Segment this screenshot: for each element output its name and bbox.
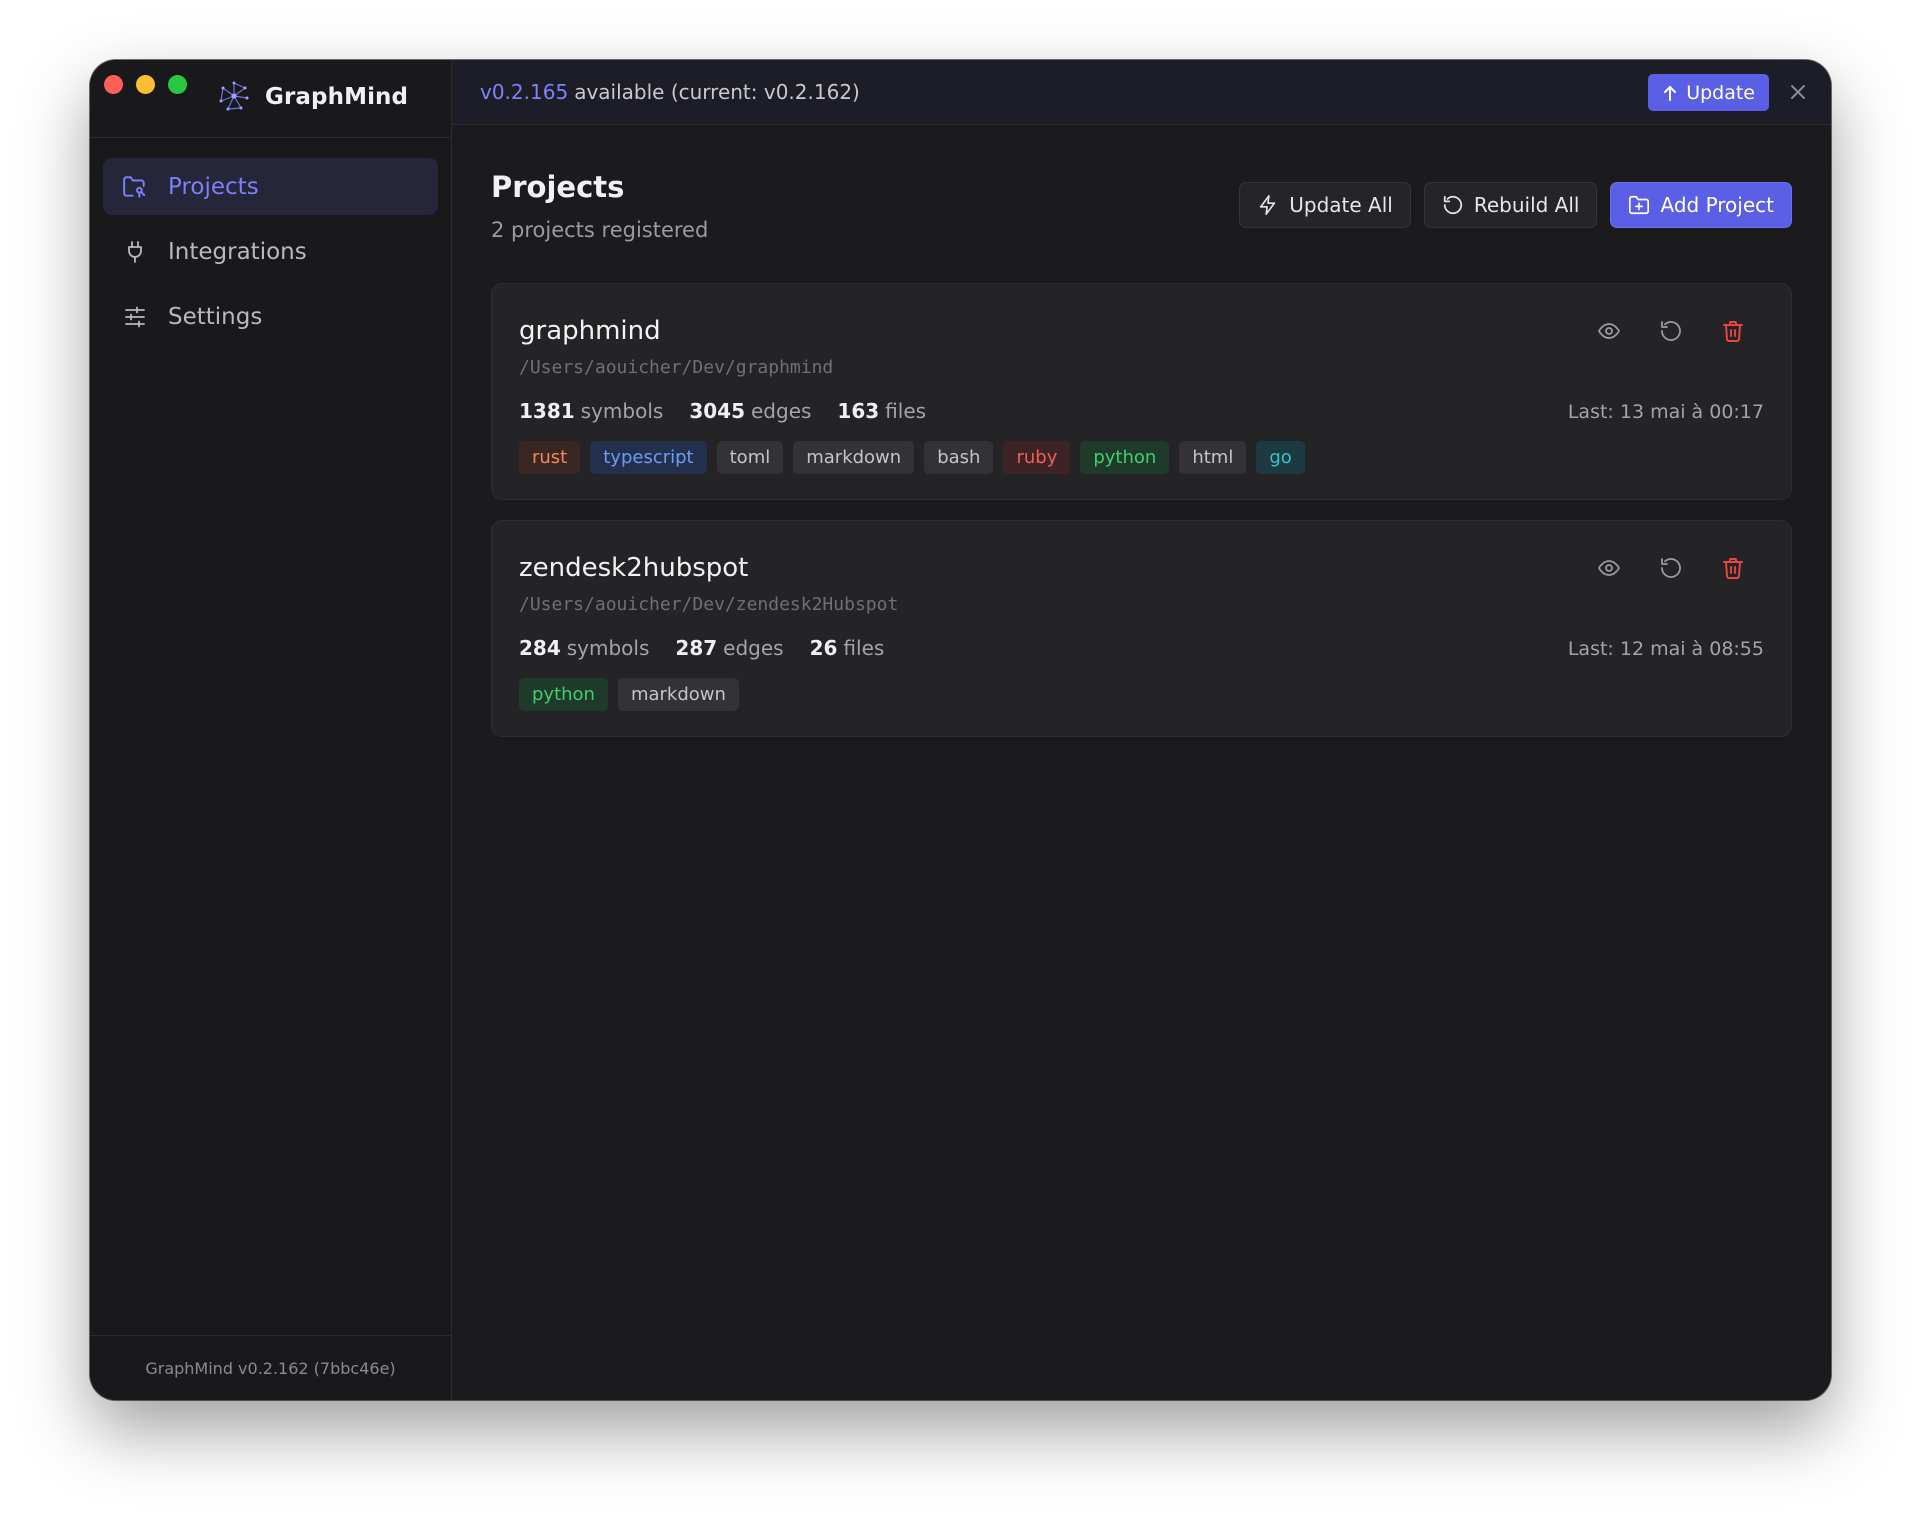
lightning-icon bbox=[1260, 195, 1276, 215]
update-banner: v0.2.165 available (current: v0.2.162) U… bbox=[452, 60, 1831, 125]
project-path: /Users/aouicher/Dev/zendesk2Hubspot bbox=[519, 594, 899, 615]
delete-project-trash-icon[interactable] bbox=[1720, 318, 1745, 343]
banner-new-version: v0.2.165 bbox=[480, 80, 569, 104]
update-all-label: Update All bbox=[1289, 193, 1393, 217]
rotate-ccw-icon bbox=[1443, 195, 1462, 215]
tag-python: python bbox=[1080, 441, 1170, 474]
tag-go: go bbox=[1256, 441, 1305, 474]
sidebar-item-integrations[interactable]: Integrations bbox=[103, 223, 438, 280]
page-header: Projects 2 projects registered Update Al… bbox=[491, 125, 1792, 283]
project-stats: 284 symbols 287 edges 26 files bbox=[519, 636, 884, 660]
minimize-window-button[interactable] bbox=[136, 75, 155, 94]
header-actions: Update All Rebuild All Add Project bbox=[1239, 182, 1792, 228]
project-card-zendesk2hubspot[interactable]: zendesk2hubspot /Users/aouicher/Dev/zend… bbox=[491, 520, 1792, 737]
rebuild-all-label: Rebuild All bbox=[1473, 193, 1580, 217]
rebuild-all-button[interactable]: Rebuild All bbox=[1423, 182, 1598, 228]
tag-ruby: ruby bbox=[1003, 441, 1071, 474]
add-project-button[interactable]: Add Project bbox=[1610, 182, 1792, 228]
close-window-button[interactable] bbox=[104, 75, 123, 94]
sidebar-header: GraphMind bbox=[90, 60, 451, 138]
project-card-graphmind[interactable]: graphmind /Users/aouicher/Dev/graphmind … bbox=[491, 283, 1792, 500]
update-all-button[interactable]: Update All bbox=[1239, 182, 1411, 228]
tag-toml: toml bbox=[716, 441, 784, 474]
project-name: zendesk2hubspot bbox=[519, 553, 749, 583]
tag-typescript: typescript bbox=[590, 441, 707, 474]
files-count: 163 files bbox=[837, 399, 927, 423]
card-actions bbox=[1596, 555, 1745, 580]
page-title: Projects bbox=[491, 170, 625, 204]
sidebar-item-projects[interactable]: Projects bbox=[103, 158, 438, 215]
sidebar-item-label: Projects bbox=[168, 173, 259, 200]
projects-folder-icon bbox=[121, 173, 149, 201]
sidebar-item-label: Integrations bbox=[168, 238, 307, 265]
tag-rust: rust bbox=[519, 441, 581, 474]
sidebar: GraphMind Projects Integrations Settings… bbox=[90, 60, 452, 1400]
delete-project-trash-icon[interactable] bbox=[1720, 555, 1745, 580]
version-footer: GraphMind v0.2.162 (7bbc46e) bbox=[90, 1335, 451, 1400]
project-stats: 1381 symbols 3045 edges 163 files bbox=[519, 399, 926, 423]
edges-count: 287 edges bbox=[675, 636, 784, 660]
edges-count: 3045 edges bbox=[689, 399, 812, 423]
sidebar-item-label: Settings bbox=[168, 303, 263, 330]
add-project-label: Add Project bbox=[1660, 193, 1774, 217]
rebuild-project-icon[interactable] bbox=[1658, 318, 1683, 343]
language-tags: python markdown bbox=[519, 678, 739, 711]
projects-page: Projects 2 projects registered Update Al… bbox=[452, 125, 1831, 737]
tag-bash: bash bbox=[924, 441, 994, 474]
tag-markdown: markdown bbox=[617, 678, 739, 711]
project-name: graphmind bbox=[519, 316, 661, 346]
last-indexed: Last: 12 mai à 08:55 bbox=[1567, 638, 1764, 660]
sidebar-nav: Projects Integrations Settings bbox=[90, 138, 451, 345]
banner-message: available (current: v0.2.162) bbox=[574, 80, 860, 104]
symbols-count: 1381 symbols bbox=[519, 399, 664, 423]
view-project-eye-icon[interactable] bbox=[1596, 555, 1621, 580]
sliders-icon bbox=[121, 303, 149, 331]
card-actions bbox=[1596, 318, 1745, 343]
main-content: v0.2.165 available (current: v0.2.162) U… bbox=[452, 60, 1831, 1400]
banner-update-button[interactable]: Update bbox=[1648, 74, 1769, 111]
rebuild-project-icon[interactable] bbox=[1658, 555, 1683, 580]
app-name: GraphMind bbox=[265, 84, 409, 110]
sidebar-item-settings[interactable]: Settings bbox=[103, 288, 438, 345]
arrow-up-icon bbox=[1664, 85, 1677, 101]
last-indexed: Last: 13 mai à 00:17 bbox=[1567, 401, 1764, 423]
close-banner-icon[interactable] bbox=[1787, 81, 1809, 103]
files-count: 26 files bbox=[809, 636, 885, 660]
page-subtitle: 2 projects registered bbox=[491, 218, 709, 242]
plug-icon bbox=[121, 238, 149, 266]
app-window: GraphMind Projects Integrations Settings… bbox=[90, 60, 1831, 1400]
folder-plus-icon bbox=[1629, 195, 1650, 215]
tag-html: html bbox=[1179, 441, 1247, 474]
project-path: /Users/aouicher/Dev/graphmind bbox=[519, 357, 834, 378]
maximize-window-button[interactable] bbox=[168, 75, 187, 94]
view-project-eye-icon[interactable] bbox=[1596, 318, 1621, 343]
graphmind-logo-icon bbox=[219, 81, 249, 111]
tag-python: python bbox=[519, 678, 608, 711]
symbols-count: 284 symbols bbox=[519, 636, 650, 660]
language-tags: rust typescript toml markdown bash ruby python… bbox=[519, 441, 1305, 474]
banner-update-label: Update bbox=[1686, 81, 1755, 104]
tag-markdown: markdown bbox=[793, 441, 915, 474]
